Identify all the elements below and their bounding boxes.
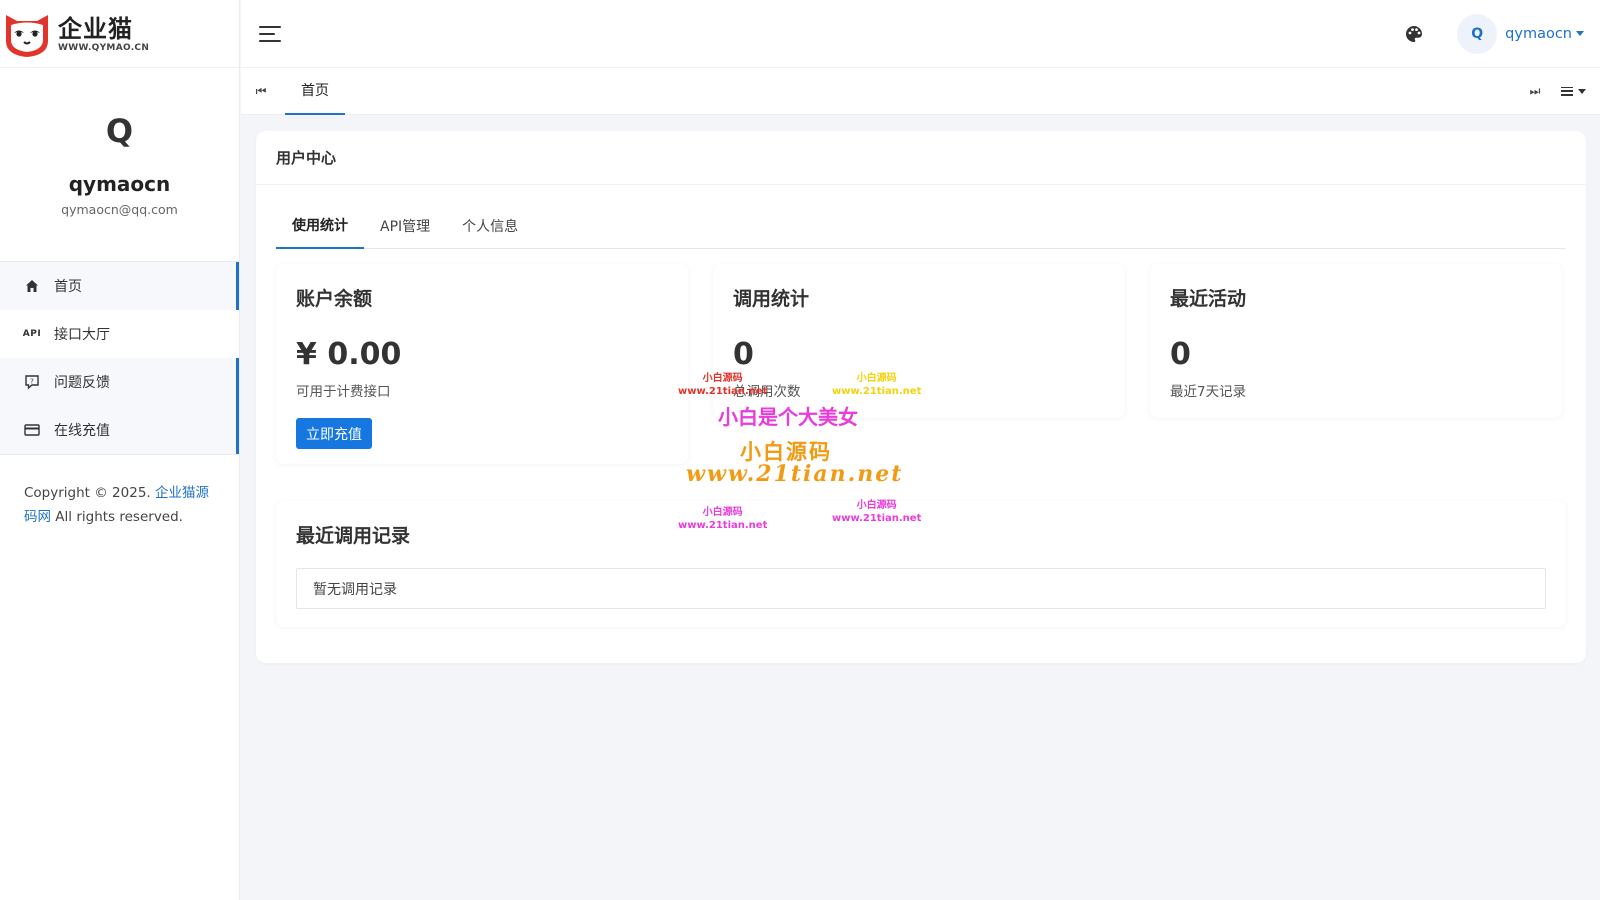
- user-center-tabs: 使用统计 API管理 个人信息: [276, 203, 1566, 249]
- svg-text:?: ?: [30, 378, 34, 386]
- call-stats-desc: 总调用次数: [733, 384, 801, 400]
- balance-desc: 可用于计费接口: [296, 384, 391, 400]
- feedback-icon: ?: [22, 374, 42, 390]
- tab-options-menu[interactable]: [1561, 86, 1586, 96]
- profile-avatar: Q: [105, 112, 134, 150]
- sidebar-item-label: 首页: [54, 279, 82, 295]
- tab-personal-info[interactable]: 个人信息: [446, 203, 534, 249]
- page-tabs-bar: ⏮ 首页 ⏭: [241, 68, 1600, 115]
- recent-calls-title: 最近调用记录: [296, 525, 411, 547]
- sidebar-nav: 首页 API 接口大厅 ? 问题反馈 在线充值: [0, 262, 239, 455]
- sidebar: 企业猫 WWW.QYMAO.CN Q qymaocn qymaocn@qq.co…: [0, 0, 240, 900]
- chevron-down-icon: [1576, 31, 1584, 36]
- sidebar-item-api-hall[interactable]: API 接口大厅: [0, 310, 239, 358]
- sidebar-item-home[interactable]: 首页: [0, 262, 239, 310]
- sidebar-item-feedback[interactable]: ? 问题反馈: [0, 358, 239, 406]
- user-menu-label: qymaocn: [1505, 25, 1572, 42]
- brand-text: 企业猫 WWW.QYMAO.CN: [58, 15, 149, 53]
- sidebar-item-label: 接口大厅: [54, 327, 110, 343]
- user-profile: Q qymaocn qymaocn@qq.com: [0, 68, 239, 262]
- user-menu[interactable]: qymaocn: [1505, 26, 1584, 42]
- scroll-right-icon[interactable]: ⏭: [1515, 68, 1555, 114]
- avatar[interactable]: Q: [1457, 13, 1498, 54]
- recharge-button[interactable]: 立即充值: [296, 418, 372, 449]
- recent-activity-desc: 最近7天记录: [1170, 384, 1247, 400]
- tab-home[interactable]: 首页: [285, 68, 345, 115]
- cat-logo-icon: [6, 14, 48, 57]
- tab-usage-stats[interactable]: 使用统计: [276, 203, 364, 249]
- profile-username: qymaocn: [68, 172, 171, 196]
- sidebar-item-recharge[interactable]: 在线充值: [0, 406, 239, 454]
- recent-activity-card: 最近活动 0 最近7天记录: [1150, 264, 1562, 418]
- top-header: Q qymaocn: [241, 0, 1600, 68]
- recent-activity-title: 最近活动: [1170, 288, 1247, 310]
- app-root: 企业猫 WWW.QYMAO.CN Q qymaocn qymaocn@qq.co…: [0, 0, 1600, 900]
- api-icon: API: [22, 329, 42, 339]
- balance-card: 账户余额 ¥ 0.00 可用于计费接口 立即充值: [276, 264, 688, 464]
- recent-calls-card: 最近调用记录 暂无调用记录: [276, 501, 1566, 627]
- menu-toggle-icon[interactable]: [259, 25, 281, 42]
- scroll-left-icon[interactable]: ⏮: [241, 68, 281, 114]
- brand-name: 企业猫: [58, 14, 133, 43]
- copyright-suffix: All rights reserved.: [55, 509, 183, 525]
- brand-logo[interactable]: 企业猫 WWW.QYMAO.CN: [0, 0, 239, 68]
- home-icon: [22, 279, 42, 293]
- copyright: Copyright © 2025. 企业猫源码网 All rights rese…: [0, 455, 239, 555]
- palette-icon[interactable]: [1405, 25, 1423, 43]
- brand-domain: WWW.QYMAO.CN: [58, 42, 150, 53]
- sidebar-item-label: 问题反馈: [54, 375, 110, 391]
- recent-calls-empty: 暂无调用记录: [296, 568, 1546, 609]
- balance-title: 账户余额: [296, 288, 373, 310]
- balance-value: ¥ 0.00: [296, 337, 402, 372]
- profile-email: qymaocn@qq.com: [61, 202, 178, 217]
- list-icon: [1561, 86, 1573, 96]
- credit-card-icon: [22, 423, 42, 437]
- tab-api-management[interactable]: API管理: [364, 203, 446, 249]
- call-stats-value: 0: [733, 337, 754, 372]
- chevron-down-icon: [1578, 88, 1586, 94]
- header-right: Q qymaocn: [1405, 13, 1584, 54]
- call-stats-card: 调用统计 0 总调用次数: [713, 264, 1125, 418]
- tabbar-right: ⏭: [1515, 68, 1600, 114]
- call-stats-title: 调用统计: [733, 288, 810, 310]
- user-center-card: 用户中心 使用统计 API管理 个人信息 账户余额 ¥ 0.00 可用于计费接口…: [256, 131, 1586, 663]
- page-title: 用户中心: [256, 131, 1586, 185]
- recent-activity-value: 0: [1170, 337, 1191, 372]
- sidebar-item-label: 在线充值: [54, 423, 110, 439]
- copyright-prefix: Copyright © 2025.: [24, 485, 151, 501]
